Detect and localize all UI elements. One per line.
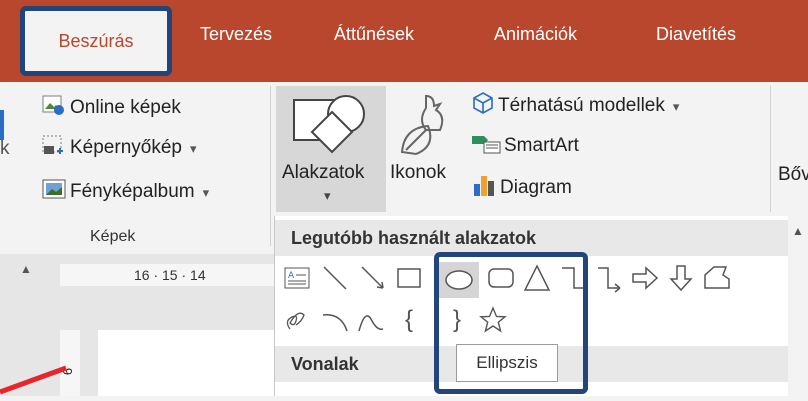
shape-elbow-arrow-connector[interactable] [593,262,625,294]
recent-shapes-header: Legutóbb használt alakzatok [275,220,808,256]
shape-curve[interactable] [355,304,387,336]
screenshot-label: Képernyőkép [70,137,182,159]
tab-insert[interactable]: Beszúrás [24,10,168,72]
shape-down-arrow[interactable] [665,262,697,294]
photo-album-button[interactable]: Fényképalbum ▾ [42,178,209,206]
selection-edge [0,110,4,140]
slide-canvas[interactable] [98,330,274,396]
smartart-icon [472,132,502,160]
shape-ellipse[interactable] [439,262,479,298]
shape-right-arrow[interactable] [629,262,661,294]
chevron-down-icon: ▾ [202,185,210,201]
scroll-up-arrow[interactable]: ▲ [20,262,32,276]
dropdown-scrollbar[interactable]: ▲ [788,216,808,396]
horizontal-ruler: 16 · 15 · 14 [60,264,274,286]
recent-shapes-title: Legutóbb használt alakzatok [291,228,537,248]
picture-online-icon [42,94,66,122]
icons-button[interactable]: Ikonok [388,86,462,212]
chart-label: Diagram [500,177,572,199]
chart-icon [472,174,496,202]
tab-transitions[interactable]: Áttűnések [334,24,414,45]
tab-animations[interactable]: Animációk [494,24,577,45]
cube-3d-icon [472,92,494,120]
cut-off-label: Bőv [778,164,808,185]
red-arrow-icon [0,360,70,401]
svg-text:A: A [288,271,295,281]
chart-button[interactable]: Diagram [472,174,572,202]
smartart-button[interactable]: SmartArt [472,132,579,160]
icons-icon [396,92,456,163]
chevron-down-icon: ▾ [672,99,680,115]
tab-design[interactable]: Tervezés [200,24,272,45]
tab-design-label: Tervezés [200,24,273,44]
tab-animations-label: Animációk [494,24,578,44]
3d-models-button[interactable]: Térhatású modellek ▾ [472,92,679,120]
shape-right-brace[interactable]: } [441,304,473,336]
shape-elbow-connector[interactable] [557,262,589,294]
shape-freeform[interactable] [701,262,733,294]
shape-scribble[interactable] [281,304,313,336]
ribbon-tab-bar: Beszúrás Tervezés Áttűnések Animációk Di… [0,0,808,82]
group-label-images: Képek [90,228,136,245]
shape-line-arrow[interactable] [357,262,389,294]
icons-label: Ikonok [390,162,446,183]
tab-transitions-label: Áttűnések [334,24,415,44]
photo-album-label: Fényképalbum [70,181,195,203]
ruler-numbers: 16 · 15 · 14 [134,267,206,283]
shape-triangle[interactable] [521,262,553,294]
tooltip-text: Ellipszis [476,353,538,372]
group-separator [770,86,771,212]
shape-rectangle[interactable] [393,262,425,294]
shape-rounded-rectangle[interactable] [485,262,517,294]
tab-slideshow[interactable]: Diavetítés [656,24,736,45]
shape-text-box[interactable]: A [281,262,313,294]
screenshot-icon [42,134,66,162]
shapes-button[interactable]: Alakzatok ▾ [276,86,386,212]
chevron-down-icon: ▾ [324,188,331,203]
lines-title: Vonalak [291,354,359,374]
scroll-up-arrow[interactable]: ▲ [792,224,804,238]
shapes-icon [290,92,372,163]
shape-star[interactable] [477,304,509,336]
cut-off-label: k [0,138,10,159]
smartart-label: SmartArt [504,135,579,157]
group-separator [270,86,271,246]
shape-arc[interactable] [319,304,351,336]
shapes-label: Alakzatok [282,162,365,183]
tab-insert-label: Beszúrás [58,30,134,51]
tab-slideshow-label: Diavetítés [656,24,737,44]
shape-left-brace[interactable]: { [393,304,425,336]
online-pictures-label: Online képek [70,97,181,119]
online-pictures-button[interactable]: Online képek [42,94,181,122]
chevron-down-icon: ▾ [189,141,197,157]
shape-line[interactable] [319,262,351,294]
3d-models-label: Térhatású modellek [498,95,665,117]
photo-album-icon [42,178,66,206]
screenshot-button[interactable]: Képernyőkép ▾ [42,134,197,162]
tooltip-ellipse: Ellipszis [456,344,558,382]
